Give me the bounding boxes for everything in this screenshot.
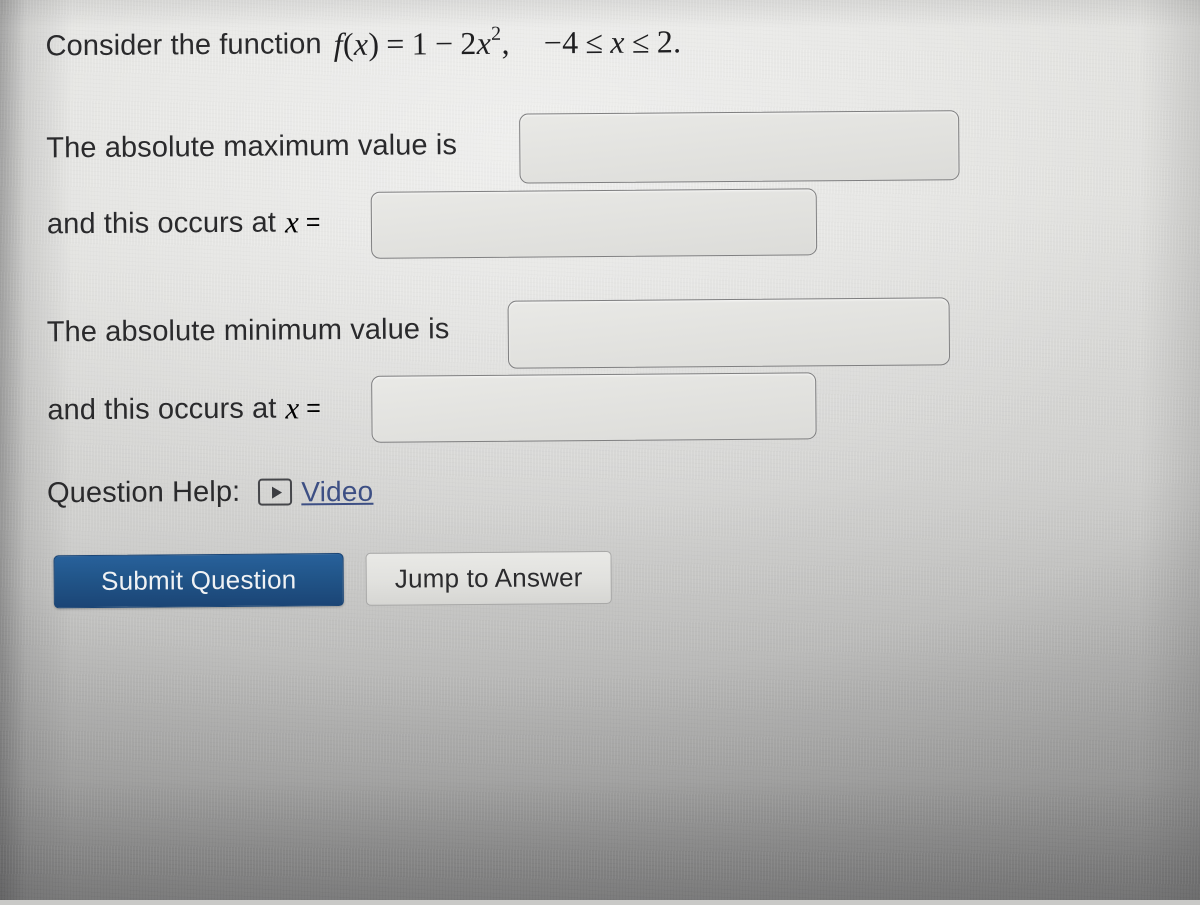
submit-question-button[interactable]: Submit Question (53, 553, 344, 609)
domain-minus-sign: − (543, 24, 563, 61)
max-value-label: The absolute maximum value is (46, 129, 458, 165)
max-x-input[interactable] (370, 188, 818, 259)
min-x-equals: = (306, 393, 321, 422)
play-triangle-icon (271, 486, 282, 499)
domain-lower-bound: 4 (562, 24, 579, 61)
video-play-icon[interactable] (258, 478, 293, 506)
quadratic-variable: x (476, 24, 492, 61)
question-content: Consider the function f(x) = 1−2x2, −4 ≤ x ≤2… (0, 0, 1200, 905)
domain-le-right: ≤ (631, 23, 650, 60)
min-value-input[interactable] (507, 297, 951, 369)
exponent-two: 2 (491, 23, 502, 46)
function-expression: f(x) = 1−2x2, (334, 23, 510, 63)
domain-variable: x (610, 23, 626, 60)
min-x-label-row: and this occurs at x = (47, 390, 321, 428)
min-x-input[interactable] (371, 372, 817, 443)
statement-comma: , (501, 24, 510, 61)
function-open-paren: ( (342, 25, 354, 63)
equals-sign: = (386, 25, 405, 62)
jump-to-answer-button[interactable]: Jump to Answer (365, 550, 612, 606)
problem-statement: Consider the function f(x) = 1−2x2, −4 ≤ x ≤2… (45, 23, 681, 65)
minus-sign: − (434, 25, 454, 62)
min-value-label: The absolute minimum value is (46, 313, 450, 349)
domain-upper-bound: 2 (656, 23, 674, 60)
max-value-input[interactable] (519, 110, 960, 184)
max-x-label-row: and this occurs at x = (47, 204, 321, 242)
problem-statement-lead: Consider the function (45, 28, 322, 63)
function-variable: x (353, 25, 369, 62)
domain-le-left: ≤ (585, 23, 604, 61)
max-x-label: and this occurs at (46, 206, 277, 240)
min-value-label-row: The absolute minimum value is (47, 313, 450, 349)
domain-expression: −4 ≤ x ≤2. (544, 23, 682, 61)
min-x-variable: x (285, 390, 300, 426)
coefficient-two: 2 (460, 24, 477, 62)
question-help-label: Question Help: (46, 475, 241, 510)
domain-period: . (672, 23, 682, 60)
max-value-label-row: The absolute maximum value is (46, 129, 457, 165)
max-x-variable: x (284, 204, 299, 240)
min-x-label: and this occurs at (47, 392, 277, 426)
action-button-row: Submit Question Jump to Answer (53, 550, 612, 609)
question-help-row: Question Help: Video (47, 475, 374, 511)
video-help-link[interactable]: Video (301, 475, 373, 508)
max-x-equals: = (305, 207, 321, 236)
constant-one: 1 (411, 25, 429, 62)
function-close-paren: ) (368, 25, 380, 62)
